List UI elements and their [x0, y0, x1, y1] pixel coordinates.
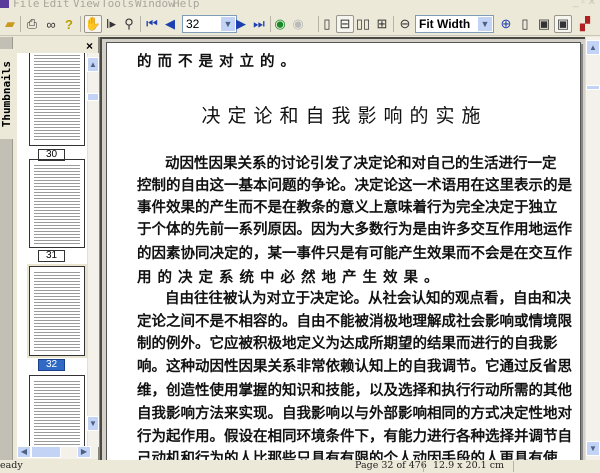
- thumbnail-scrollbar[interactable]: ▲ ▼: [87, 53, 99, 447]
- scroll-thumb[interactable]: [586, 85, 600, 90]
- text-line: 行为起作用。假设在相同环境条件下，有能力进行各种选择并调节自: [137, 428, 572, 445]
- zoom-tool-icon[interactable]: ⚲: [120, 15, 138, 33]
- page-size: 12.9 x 20.1 cm: [433, 460, 505, 471]
- thumbnail-label: 31: [38, 250, 65, 262]
- text-line: 维，创造性使用掌握的知识和技能，以及选择和执行行动所需的其他: [137, 382, 572, 399]
- text-line: 制的例外。它应被积极地定义为达成所期望的结果而进行的自我影: [137, 335, 558, 352]
- text-line: 用的决定系统中必然地产生效果。: [137, 269, 445, 286]
- zoom-value: Fit Width: [419, 17, 471, 31]
- text-select-icon[interactable]: I▸: [102, 15, 120, 33]
- help-icon[interactable]: ?: [60, 15, 78, 33]
- text-line: 动因性因果关系的讨论引发了决定论和对自己的生活进行一定: [165, 155, 557, 172]
- next-page-icon[interactable]: ▶: [232, 15, 250, 33]
- scroll-up-icon[interactable]: ▲: [87, 57, 99, 72]
- close-icon[interactable]: ×: [86, 39, 93, 53]
- continuous-page-icon[interactable]: ⊟: [336, 15, 354, 33]
- facing-pages-icon[interactable]: ▯▯: [354, 15, 372, 33]
- fit-page-icon[interactable]: ▣: [535, 15, 553, 33]
- scroll-down-icon[interactable]: ▼: [87, 416, 99, 431]
- text-line: 自由往往被认为对立于决定论。从社会认知的观点看，自由和决: [165, 290, 571, 307]
- document-view[interactable]: 的而不是对立的。 决定论和自我影响的实施 动因性因果关系的讨论引发了决定论和对自…: [100, 37, 585, 472]
- menu-tools[interactable]: Tools: [101, 0, 134, 10]
- status-text: eady: [0, 460, 23, 471]
- continuous-facing-icon[interactable]: ⊞: [373, 15, 391, 33]
- text-line: 事件效果的产生而不是在教条的意义上意味着行为完全决定于独立: [137, 199, 558, 216]
- text-line: 于个体的先前一系列原因。因为大多数行为是由许多交互作用地运作: [137, 221, 572, 238]
- text-line: 响。这种动因性因果关系非常依赖认知上的自我调节。它通过反省思: [137, 358, 572, 375]
- actual-size-icon[interactable]: ▯: [516, 15, 534, 33]
- menu-help[interactable]: Help: [173, 0, 200, 10]
- open-folder-icon[interactable]: ▰: [1, 15, 19, 33]
- app-icon: [0, 0, 9, 8]
- menu-view[interactable]: View: [73, 0, 100, 10]
- scroll-right-icon[interactable]: ▶: [77, 446, 91, 458]
- back-icon[interactable]: ◉: [271, 15, 289, 33]
- text-line: 的而不是对立的。: [137, 53, 301, 70]
- thumbnail-page-32[interactable]: [29, 266, 85, 356]
- document-scrollbar[interactable]: ▲ ▼: [585, 37, 600, 460]
- chevron-down-icon[interactable]: ▼: [478, 17, 492, 31]
- zoom-in-icon[interactable]: ⊕: [497, 15, 515, 33]
- tab-thumbnails[interactable]: Thumbnails: [0, 49, 13, 139]
- window-controls[interactable]: _ ▫ ✕: [573, 0, 596, 8]
- page-number-value: 32: [186, 17, 200, 31]
- thumbnails-panel: × 30 31 32 ▲ ▼ ◀ ▶: [13, 37, 100, 460]
- thumbnail-hscrollbar[interactable]: ◀ ▶: [17, 446, 98, 459]
- last-page-icon[interactable]: ⏭: [250, 15, 268, 33]
- thumbnail-page-30[interactable]: [29, 53, 85, 146]
- toolbar: ▰ ⎙ ∞ ? ✋ I▸ ⚲ ⏮ ◀ 32 ▼ ▶ ⏭ ◉ ◉ ▯ ⊟ ▯▯ ⊞ …: [0, 12, 600, 36]
- single-page-icon[interactable]: ▯: [318, 15, 336, 33]
- thumbnail-page-31[interactable]: [29, 159, 85, 248]
- text-line: 控制的自由这一基本问题的争论。决定论这一术语用在这里表示的是: [137, 177, 572, 194]
- menu-bar: File Edit View Tools Window Help _ ▫ ✕: [0, 0, 600, 12]
- menu-file[interactable]: File: [13, 0, 40, 10]
- page-count: Page 32 of 476: [355, 460, 427, 471]
- page-number-input[interactable]: 32 ▼: [182, 15, 237, 33]
- previous-page-icon[interactable]: ◀: [161, 15, 179, 33]
- thumbnail-list: 30 31 32: [17, 53, 87, 447]
- rotate-icon[interactable]: ▞: [576, 15, 594, 33]
- scroll-left-icon[interactable]: ◀: [17, 446, 31, 458]
- zoom-select[interactable]: Fit Width ▼: [415, 15, 494, 33]
- first-page-icon[interactable]: ⏮: [143, 15, 161, 33]
- menu-window[interactable]: Window: [135, 0, 175, 10]
- pdf-page: 的而不是对立的。 决定论和自我影响的实施 动因性因果关系的讨论引发了决定论和对自…: [106, 42, 581, 472]
- fit-width-icon[interactable]: ▣: [554, 15, 572, 33]
- thumbnail-page-33[interactable]: [29, 375, 85, 447]
- text-line: 的因素协同决定的，某一事件只是有可能产生效果而不会是在交互作: [137, 245, 572, 262]
- zoom-out-icon[interactable]: ⊖: [396, 15, 414, 33]
- text-line: 定论之间不是不相容的。自由不能被消极地理解成社会影响或情境限: [137, 313, 572, 330]
- thumbnail-label-current: 32: [38, 359, 65, 371]
- scroll-up-icon[interactable]: ▲: [586, 40, 600, 55]
- text-line: 自我影响方法来实现。自我影响以与外部影响相同的方式决定性地对: [137, 405, 572, 422]
- side-tabs: Thumbnails: [0, 37, 13, 460]
- print-icon[interactable]: ⎙: [23, 15, 41, 33]
- scroll-down-icon[interactable]: ▼: [586, 441, 600, 456]
- status-bar: eady Page 32 of 476 12.9 x 20.1 cm: [0, 460, 600, 473]
- hand-tool-icon[interactable]: ✋: [84, 15, 102, 33]
- hscroll-thumb[interactable]: [31, 446, 61, 458]
- menu-edit[interactable]: Edit: [43, 0, 70, 10]
- scroll-thumb[interactable]: [87, 93, 99, 101]
- tab-thumbnails-label: Thumbnails: [0, 60, 13, 128]
- forward-icon[interactable]: ◉: [289, 15, 307, 33]
- find-binoculars-icon[interactable]: ∞: [42, 15, 60, 33]
- section-title: 决定论和自我影响的实施: [201, 105, 488, 127]
